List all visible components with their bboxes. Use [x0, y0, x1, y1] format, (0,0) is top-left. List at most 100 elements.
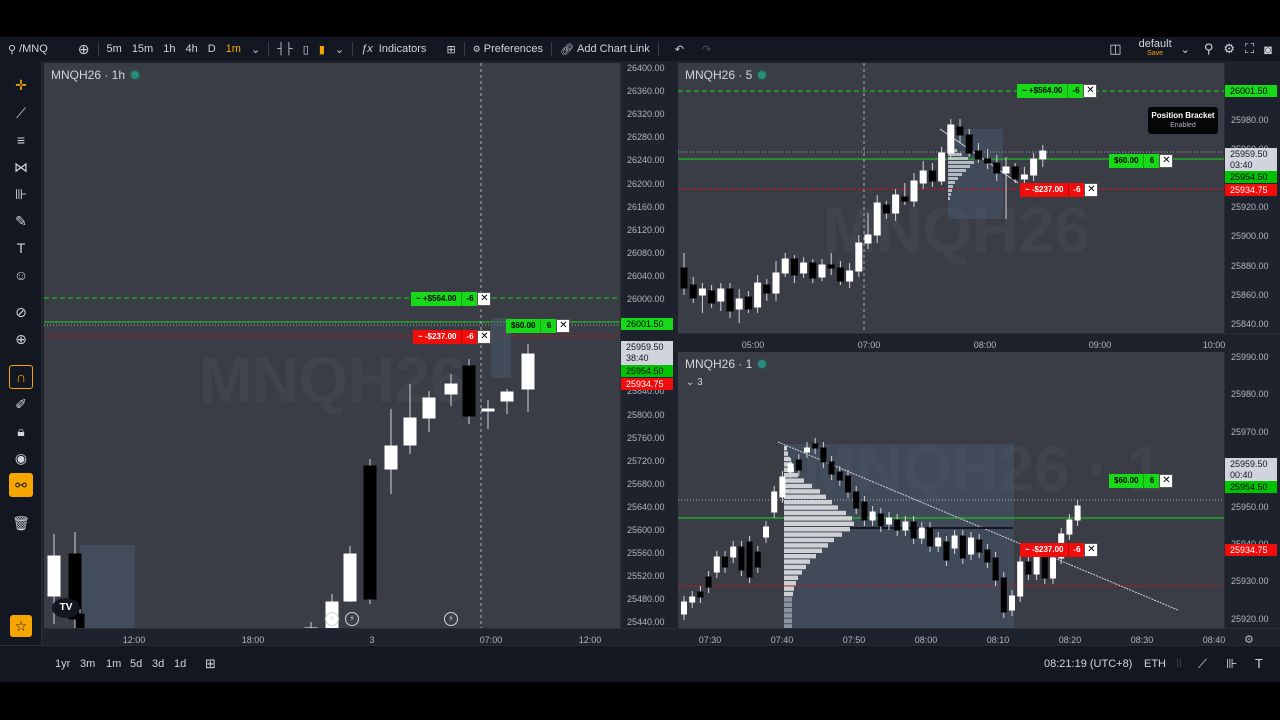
- stay-drawing-icon[interactable]: ✐: [9, 392, 33, 416]
- pane-title-text: MNQH26 · 5: [685, 68, 753, 82]
- range-3d[interactable]: 3d: [152, 658, 164, 670]
- settings-gear-icon[interactable]: ⚙: [1218, 37, 1240, 61]
- candles-1h: [44, 63, 620, 628]
- interval-1h[interactable]: 1h: [158, 37, 180, 61]
- time-axis-1h[interactable]: 12:00 18:00 3 07:00 12:00: [44, 628, 676, 645]
- fork-tool-icon[interactable]: ⊪: [1226, 656, 1237, 672]
- interval-1m[interactable]: 1m: [221, 37, 246, 61]
- pattern-icon[interactable]: ⋈: [9, 155, 33, 179]
- stop-order-tag[interactable]: ~ -$237.00 -6 ✕: [1020, 543, 1099, 557]
- trendline-icon[interactable]: ⟋: [9, 101, 33, 125]
- tp-order-tag[interactable]: ~ +$564.00 -6 ✕: [411, 292, 492, 306]
- redo-icon[interactable]: ↷: [697, 37, 716, 61]
- event-icon[interactable]: ⚡: [444, 612, 458, 626]
- bearish-candle: [746, 541, 753, 578]
- position-tag[interactable]: $60.00 6 ✕: [1109, 474, 1174, 488]
- close-icon[interactable]: ✕: [477, 330, 492, 344]
- range-1d[interactable]: 1d: [174, 658, 186, 670]
- forecast-icon[interactable]: ⊪: [9, 182, 33, 206]
- close-icon[interactable]: ✕: [1084, 543, 1099, 557]
- close-icon[interactable]: ✕: [1083, 84, 1098, 98]
- close-icon[interactable]: ✕: [556, 319, 571, 333]
- compare-add-icon[interactable]: ⊕: [73, 37, 95, 61]
- event-icon[interactable]: ⚡: [345, 612, 359, 626]
- session-toggle[interactable]: ETH: [1144, 658, 1166, 670]
- emoji-icon[interactable]: ☺: [9, 263, 33, 287]
- brush-icon[interactable]: ✎: [9, 209, 33, 233]
- close-icon[interactable]: ✕: [1159, 474, 1174, 488]
- trendline-tool-icon[interactable]: ⟋: [1198, 656, 1207, 672]
- horizontal-lines-icon[interactable]: ≡: [9, 128, 33, 152]
- magnet-icon[interactable]: ∩: [9, 365, 33, 389]
- close-icon[interactable]: ✕: [1159, 154, 1174, 168]
- chart-type-dropdown-icon[interactable]: ⌄: [330, 37, 349, 61]
- chart-pane-5[interactable]: MNQH26 MNQH26 · 5 ~ +$564.00 -6 ✕ $60.00…: [678, 63, 1224, 333]
- price-axis-1h[interactable]: 26400.00 26360.00 26320.00 26280.00 26240.00…: [620, 63, 676, 628]
- interval-15m[interactable]: 15m: [127, 37, 158, 61]
- range-5d[interactable]: 5d: [130, 658, 142, 670]
- stop-order-tag[interactable]: ~ -$237.00 -6 ✕: [413, 330, 492, 344]
- layout-dropdown-icon[interactable]: ⌄: [1176, 37, 1195, 61]
- date-range-icon[interactable]: ⊞: [205, 656, 216, 672]
- ruler-icon[interactable]: ⊘: [9, 300, 33, 324]
- bar-style-icon[interactable]: ┤├: [272, 37, 298, 61]
- position-tag[interactable]: $60.00 6 ✕: [506, 319, 571, 333]
- drag-handle-icon[interactable]: ⁞⁞: [1176, 658, 1182, 670]
- layout-selector[interactable]: default Save: [1135, 38, 1176, 58]
- range-1yr[interactable]: 1yr: [55, 658, 70, 670]
- templates-icon[interactable]: ⊞: [441, 37, 460, 61]
- bullish-candle: [781, 258, 789, 274]
- price-tick: 25520.00: [627, 571, 665, 582]
- trash-icon[interactable]: 🗑︎: [9, 511, 33, 535]
- quick-search-icon[interactable]: ⚲: [1199, 37, 1219, 61]
- event-icon[interactable]: ⚡: [325, 612, 339, 626]
- add-chart-link-button[interactable]: 🔗︎ Add Chart Link: [555, 37, 655, 61]
- undo-icon[interactable]: ↶: [670, 37, 689, 61]
- bullish-candle: [717, 288, 725, 302]
- symbol-search[interactable]: ⚲ /MNQ: [0, 37, 53, 61]
- interval-5m[interactable]: 5m: [102, 37, 127, 61]
- layout-select-icon[interactable]: ◫: [1104, 37, 1126, 61]
- range-3m[interactable]: 3m: [80, 658, 95, 670]
- range-1m[interactable]: 1m: [106, 658, 121, 670]
- tp-pnl: ~ +$564.00: [1017, 84, 1068, 98]
- indicator-collapse[interactable]: ⌄ 3: [686, 377, 703, 388]
- interval-d[interactable]: D: [203, 37, 221, 61]
- time-axis-1[interactable]: 07:30 07:40 07:50 08:00 08:10 08:20 08:30 08:40: [678, 628, 1280, 645]
- chart-pane-1h[interactable]: MNQH26 MNQH26 · 1h ~ +$564.00 -6 ✕ ~ -$2…: [44, 63, 620, 628]
- time-axis-5[interactable]: 05:00 07:00 08:00 09:00 10:00: [678, 333, 1280, 350]
- volume-profile-bar: [948, 165, 970, 168]
- candle-style-icon[interactable]: ▯: [298, 37, 314, 61]
- current-price-label: 25959.50 00:40: [1225, 458, 1277, 482]
- clock[interactable]: 08:21:19 (UTC+8): [1044, 658, 1132, 670]
- interval-dropdown-icon[interactable]: ⌄: [246, 37, 265, 61]
- indicators-button[interactable]: ƒx Indicators: [356, 37, 431, 61]
- interval-4h[interactable]: 4h: [180, 37, 202, 61]
- preferences-button[interactable]: ⚙ Preferences: [468, 37, 548, 61]
- camera-icon[interactable]: ◙: [1259, 37, 1280, 61]
- fullscreen-icon[interactable]: ⛶: [1240, 37, 1259, 61]
- zoom-in-icon[interactable]: ⊕: [9, 327, 33, 351]
- chart-pane-1[interactable]: MNQH26 · 1 MNQH26 · 1 ⌄ 3 $60.00 6 ✕ ~ -…: [678, 352, 1224, 628]
- star-icon[interactable]: ☆: [10, 615, 32, 637]
- layout-name: default: [1138, 38, 1172, 50]
- price-tick: 25440.00: [627, 617, 665, 628]
- stop-order-tag[interactable]: ~ -$237.00 -6 ✕: [1020, 183, 1099, 197]
- tv-logo: TV: [52, 598, 80, 618]
- close-icon[interactable]: ✕: [1084, 183, 1099, 197]
- current-price-label-value: 25959.50: [1230, 459, 1268, 469]
- sync-link-icon[interactable]: ⚯: [9, 473, 33, 497]
- position-tag[interactable]: $60.00 6 ✕: [1109, 154, 1174, 168]
- price-axis-1[interactable]: 25990.0025980.0025970.0025960.0025950.00…: [1224, 352, 1280, 628]
- close-icon[interactable]: ✕: [477, 292, 492, 306]
- text-tool-icon[interactable]: T: [1255, 656, 1263, 671]
- price-tick: 26000.00: [627, 294, 665, 304]
- crosshair-icon[interactable]: ✛: [9, 73, 33, 97]
- lock-icon[interactable]: 🔒︎: [9, 419, 33, 443]
- divider: [657, 42, 659, 56]
- text-icon[interactable]: T: [9, 236, 33, 260]
- candle-hollow-icon[interactable]: ▮: [314, 37, 330, 61]
- price-axis-5[interactable]: 25980.0025960.0025940.0025920.0025900.00…: [1224, 63, 1280, 333]
- tp-order-tag[interactable]: ~ +$564.00 -6 ✕: [1017, 84, 1098, 98]
- eye-icon[interactable]: ◉: [9, 446, 33, 470]
